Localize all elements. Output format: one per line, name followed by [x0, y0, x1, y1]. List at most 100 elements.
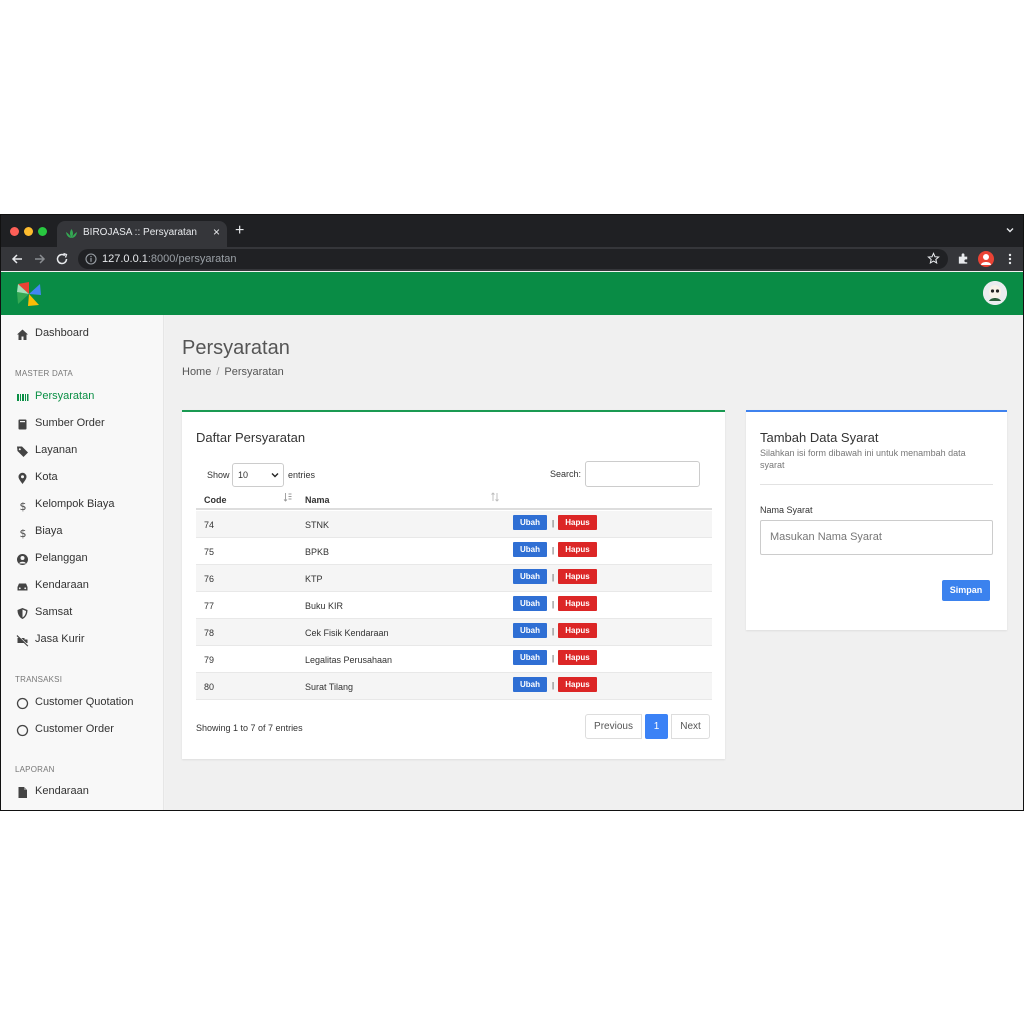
- table-info: Showing 1 to 7 of 7 entries: [196, 723, 303, 733]
- sidebar-item-label: Layanan: [35, 444, 78, 456]
- nama-syarat-label: Nama Syarat: [760, 505, 813, 515]
- sidebar-section-master: MASTER DATA: [15, 369, 73, 378]
- file-icon: [18, 787, 27, 798]
- sidebar-item-customer-order[interactable]: Customer Order: [1, 720, 164, 742]
- chevron-down-icon[interactable]: [1005, 225, 1015, 235]
- sidebar-item-kendaraan[interactable]: Kendaraan: [1, 576, 164, 598]
- dollar-icon: $: [20, 500, 27, 512]
- barcode-icon: [17, 394, 29, 401]
- new-tab-icon[interactable]: +: [235, 223, 244, 239]
- close-window-button[interactable]: [10, 227, 19, 236]
- sidebar-item-label: Biaya: [35, 525, 63, 537]
- sidebar-item-sumber-order[interactable]: Sumber Order: [1, 414, 164, 436]
- maximize-window-button[interactable]: [38, 227, 47, 236]
- sidebar-section-transaksi: TRANSAKSI: [15, 675, 63, 684]
- cell-code: 77: [204, 601, 215, 611]
- sidebar-item-layanan[interactable]: Layanan: [1, 441, 164, 463]
- search-label: Search:: [550, 469, 582, 479]
- delete-button[interactable]: Hapus: [558, 677, 597, 692]
- list-card-title: Daftar Persyaratan: [196, 430, 306, 445]
- bookmark-star-icon[interactable]: [927, 252, 940, 265]
- address-bar[interactable]: 127.0.0.1:8000/persyaratan: [78, 249, 948, 269]
- app-header: [1, 272, 1023, 315]
- sidebar-item-kelompok-biaya[interactable]: $ Kelompok Biaya: [1, 495, 164, 517]
- browser-tab[interactable]: BIROJASA :: Persyaratan ×: [57, 221, 227, 247]
- entries-label: entries: [288, 470, 316, 480]
- lotus-favicon-icon: [66, 229, 77, 238]
- circle-outline-icon: [16, 697, 29, 710]
- map-pin-icon: [18, 472, 27, 484]
- pagination-previous-button[interactable]: Previous: [585, 714, 642, 739]
- sidebar-item-label: Kota: [35, 471, 58, 483]
- action-separator: |: [552, 681, 555, 690]
- cell-nama: Legalitas Perusahaan: [305, 655, 393, 665]
- column-header-code[interactable]: Code: [204, 495, 227, 505]
- sidebar-item-customer-quotation[interactable]: Customer Quotation: [1, 693, 164, 715]
- edit-button[interactable]: Ubah: [513, 569, 547, 584]
- sort-ascending-icon[interactable]: [283, 492, 293, 502]
- pagination-page-1-button[interactable]: 1: [645, 714, 668, 739]
- sidebar-item-biaya[interactable]: $ Biaya: [1, 522, 164, 544]
- sidebar-item-persyaratan[interactable]: Persyaratan: [1, 387, 164, 409]
- table-row: 80 Surat Tilang Ubah | Hapus: [196, 673, 712, 700]
- cell-code: 78: [204, 628, 215, 638]
- shield-icon: [17, 608, 28, 619]
- delete-button[interactable]: Hapus: [558, 623, 597, 638]
- back-arrow-icon[interactable]: [10, 252, 24, 266]
- save-button[interactable]: Simpan: [942, 580, 990, 601]
- edit-button[interactable]: Ubah: [513, 623, 547, 638]
- forward-arrow-icon[interactable]: [33, 252, 47, 266]
- breadcrumb-home[interactable]: Home: [182, 366, 211, 378]
- pinwheel-logo-icon[interactable]: [15, 280, 43, 308]
- sidebar-item-pelanggan[interactable]: Pelanggan: [1, 549, 164, 571]
- edit-button[interactable]: Ubah: [513, 596, 547, 611]
- delete-button[interactable]: Hapus: [558, 542, 597, 557]
- edit-button[interactable]: Ubah: [513, 515, 547, 530]
- browser-menu-icon[interactable]: [1004, 252, 1016, 266]
- url-host: 127.0.0.1: [102, 253, 148, 265]
- delete-button[interactable]: Hapus: [558, 650, 597, 665]
- sidebar-section-laporan: LAPORAN: [15, 765, 55, 774]
- tags-icon: [17, 446, 28, 457]
- column-header-nama[interactable]: Nama: [305, 495, 330, 505]
- sidebar-item-samsat[interactable]: Samsat: [1, 603, 164, 625]
- minimize-window-button[interactable]: [24, 227, 33, 236]
- breadcrumb-separator: /: [216, 366, 220, 378]
- form-divider: [760, 484, 993, 485]
- delete-button[interactable]: Hapus: [558, 596, 597, 611]
- browser-toolbar: 127.0.0.1:8000/persyaratan: [1, 247, 1023, 271]
- tab-close-icon[interactable]: ×: [213, 225, 220, 239]
- cell-nama: Surat Tilang: [305, 682, 354, 692]
- page-length-select[interactable]: 10: [232, 463, 284, 487]
- sort-both-icon[interactable]: [490, 492, 500, 502]
- form-description: Silahkan isi form dibawah ini untuk mena…: [760, 448, 966, 470]
- edit-button[interactable]: Ubah: [513, 542, 547, 557]
- sidebar-item-label: Jasa Kurir: [35, 633, 85, 645]
- dollar-icon: $: [20, 527, 27, 539]
- edit-button[interactable]: Ubah: [513, 650, 547, 665]
- profile-avatar-icon[interactable]: [978, 251, 994, 267]
- extensions-puzzle-icon[interactable]: [957, 252, 970, 265]
- circle-outline-icon: [16, 724, 29, 737]
- sidebar-item-kota[interactable]: Kota: [1, 468, 164, 490]
- chevron-down-icon: [271, 473, 279, 478]
- pagination-next-button[interactable]: Next: [671, 714, 710, 739]
- sidebar-item-jasa-kurir[interactable]: Jasa Kurir: [1, 630, 164, 652]
- nama-syarat-input[interactable]: Masukan Nama Syarat: [760, 520, 993, 555]
- sidebar-item-dashboard[interactable]: Dashboard: [1, 324, 164, 346]
- action-separator: |: [552, 519, 555, 528]
- search-input[interactable]: [585, 461, 700, 487]
- info-icon[interactable]: [85, 253, 97, 265]
- sidebar-item-label: Customer Quotation: [35, 696, 134, 708]
- user-avatar[interactable]: [983, 281, 1007, 305]
- sidebar-item-label: Sumber Order: [35, 417, 105, 429]
- delete-button[interactable]: Hapus: [558, 515, 597, 530]
- url-path: :8000/persyaratan: [147, 253, 237, 265]
- reload-icon[interactable]: [55, 252, 69, 266]
- table-row: 76 KTP Ubah | Hapus: [196, 565, 712, 592]
- delete-button[interactable]: Hapus: [558, 569, 597, 584]
- edit-button[interactable]: Ubah: [513, 677, 547, 692]
- sidebar-item-laporan-kendaraan[interactable]: Kendaraan: [1, 782, 164, 804]
- show-label: Show: [207, 470, 230, 480]
- table-row: 75 BPKB Ubah | Hapus: [196, 538, 712, 565]
